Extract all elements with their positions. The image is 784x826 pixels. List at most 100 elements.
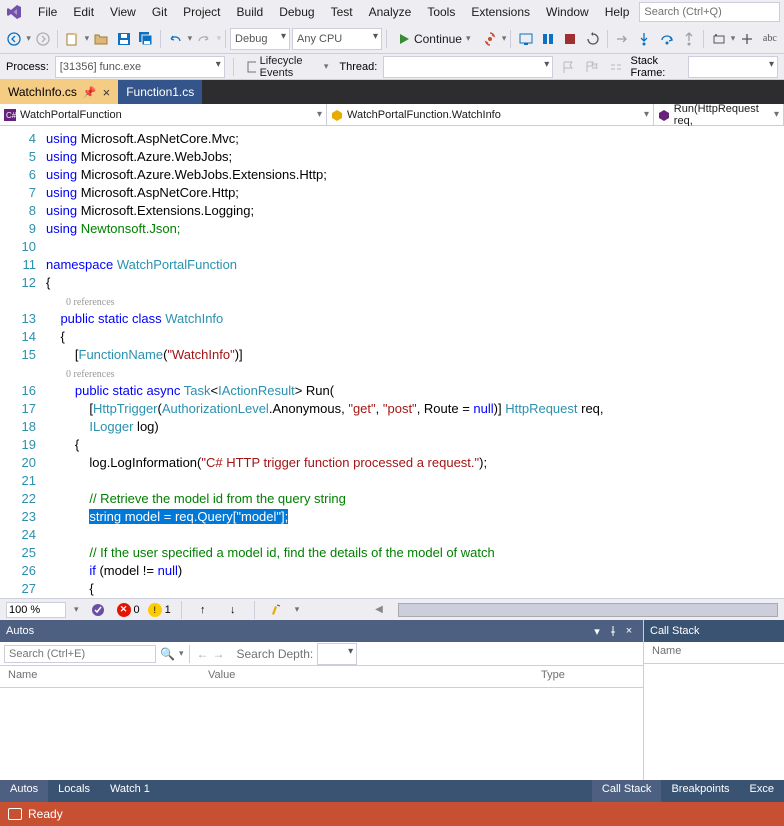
- platform-combo[interactable]: Any CPU: [292, 28, 382, 50]
- process-combo[interactable]: [31356] func.exe: [55, 56, 225, 78]
- hot-reload-button[interactable]: [480, 28, 500, 50]
- tool-b-button[interactable]: [737, 28, 757, 50]
- document-tabs: WatchInfo.cs 📌 × Function1.cs: [0, 80, 784, 104]
- nav-project-combo[interactable]: C# WatchPortalFunction: [0, 104, 327, 125]
- dropdown-icon[interactable]: ▾: [589, 623, 605, 639]
- menu-search-placeholder: Search (Ctrl+Q): [644, 6, 721, 18]
- h-scrollbar[interactable]: [398, 603, 778, 617]
- stackframe-combo[interactable]: [688, 56, 778, 78]
- zoom-combo[interactable]: [6, 602, 66, 618]
- debug-target-button[interactable]: [515, 28, 535, 50]
- bottom-tab-exce[interactable]: Exce: [740, 780, 784, 802]
- lifecycle-events-button[interactable]: Lifecycle Events ▾: [242, 56, 334, 78]
- tab-label: WatchInfo.cs: [8, 85, 77, 99]
- col-value[interactable]: Value: [200, 666, 533, 687]
- stop-button[interactable]: [560, 28, 580, 50]
- autos-search-input[interactable]: [4, 645, 156, 663]
- col-type[interactable]: Type: [533, 666, 643, 687]
- process-bar: Process: [31356] func.exe Lifecycle Even…: [0, 54, 784, 80]
- menu-extensions[interactable]: Extensions: [463, 3, 538, 21]
- menu-search-input[interactable]: Search (Ctrl+Q): [639, 2, 780, 22]
- col-name[interactable]: Name: [0, 666, 200, 687]
- bottom-tab-watch-1[interactable]: Watch 1: [100, 780, 160, 802]
- menu-view[interactable]: View: [102, 3, 144, 21]
- save-all-button[interactable]: [136, 28, 156, 50]
- code-area[interactable]: using Microsoft.AspNetCore.Mvc;using Mic…: [46, 126, 784, 598]
- menu-analyze[interactable]: Analyze: [361, 3, 420, 21]
- threads-button[interactable]: [607, 56, 625, 78]
- menu-debug[interactable]: Debug: [271, 3, 322, 21]
- csharp-icon: C#: [4, 109, 16, 121]
- vs-logo-icon: [6, 3, 22, 21]
- autos-title: Autos: [6, 625, 34, 637]
- search-icon[interactable]: 🔍: [160, 647, 175, 661]
- restart-button[interactable]: [583, 28, 603, 50]
- break-all-button[interactable]: [538, 28, 558, 50]
- callstack-title: Call Stack: [650, 625, 700, 637]
- new-item-button[interactable]: [62, 28, 82, 50]
- pin-icon[interactable]: [605, 623, 621, 639]
- tool-c-button[interactable]: abc: [760, 28, 780, 50]
- code-editor[interactable]: 4567891011121314151617181920212223242526…: [0, 126, 784, 598]
- flags-button[interactable]: [583, 56, 601, 78]
- nav-up-button[interactable]: ↑: [192, 599, 214, 621]
- bottom-tab-locals[interactable]: Locals: [48, 780, 100, 802]
- back-nav-button[interactable]: [4, 28, 24, 50]
- close-icon[interactable]: ×: [103, 85, 111, 100]
- close-icon[interactable]: ×: [621, 623, 637, 639]
- open-file-button[interactable]: [91, 28, 111, 50]
- tab-function1[interactable]: Function1.cs: [118, 80, 202, 104]
- continue-button[interactable]: Continue ▾: [391, 28, 478, 50]
- method-icon: [658, 109, 670, 121]
- flag-button[interactable]: [559, 56, 577, 78]
- menu-file[interactable]: File: [30, 3, 65, 21]
- step-over-button[interactable]: [657, 28, 677, 50]
- step-out-button[interactable]: [679, 28, 699, 50]
- autos-body[interactable]: [0, 688, 643, 780]
- undo-button[interactable]: [165, 28, 185, 50]
- pin-icon[interactable]: 📌: [83, 86, 97, 99]
- menu-tools[interactable]: Tools: [419, 3, 463, 21]
- arrow-left-icon[interactable]: ←: [196, 647, 208, 661]
- fwd-nav-button[interactable]: [33, 28, 53, 50]
- error-count[interactable]: ✕0: [117, 603, 140, 617]
- bottom-tab-autos[interactable]: Autos: [0, 780, 48, 802]
- menu-build[interactable]: Build: [229, 3, 272, 21]
- warning-count[interactable]: !1: [148, 603, 171, 617]
- feedback-icon[interactable]: [8, 808, 22, 820]
- bottom-tab-call-stack[interactable]: Call Stack: [592, 780, 662, 802]
- autos-columns: Name Value Type: [0, 666, 643, 688]
- menu-edit[interactable]: Edit: [65, 3, 102, 21]
- stackframe-label: Stack Frame:: [631, 55, 682, 79]
- main-toolbar: ▾ ▾ ▾ ▾ Debug Any CPU Continue ▾ ▾ ▾ abc: [0, 24, 784, 54]
- scroll-left-icon[interactable]: ◀: [368, 599, 390, 621]
- nav-down-button[interactable]: ↓: [222, 599, 244, 621]
- step-into-button[interactable]: [634, 28, 654, 50]
- nav-method-combo[interactable]: Run(HttpRequest req,: [654, 104, 784, 125]
- show-next-stmt-button[interactable]: [612, 28, 632, 50]
- thread-combo[interactable]: [383, 56, 553, 78]
- menu-help[interactable]: Help: [597, 3, 638, 21]
- continue-label: Continue: [414, 32, 462, 46]
- menu-test[interactable]: Test: [323, 3, 361, 21]
- bottom-tab-breakpoints[interactable]: Breakpoints: [661, 780, 739, 802]
- tool-a-button[interactable]: [708, 28, 728, 50]
- config-combo[interactable]: Debug: [230, 28, 290, 50]
- arrow-right-icon[interactable]: →: [212, 647, 224, 661]
- col-name[interactable]: Name: [644, 642, 784, 663]
- callstack-body[interactable]: [644, 664, 784, 780]
- health-indicator-icon[interactable]: [87, 599, 109, 621]
- save-button[interactable]: [114, 28, 134, 50]
- menu-window[interactable]: Window: [538, 3, 597, 21]
- search-depth-combo[interactable]: [317, 643, 357, 665]
- nav-class-combo[interactable]: WatchPortalFunction.WatchInfo: [327, 104, 654, 125]
- callstack-panel: Call Stack Name: [644, 620, 784, 780]
- nav-bar: C# WatchPortalFunction WatchPortalFuncti…: [0, 104, 784, 126]
- tab-watchinfo[interactable]: WatchInfo.cs 📌 ×: [0, 80, 118, 104]
- menu-bar: FileEditViewGitProjectBuildDebugTestAnal…: [0, 0, 784, 24]
- line-number-gutter: 4567891011121314151617181920212223242526…: [0, 126, 46, 598]
- menu-project[interactable]: Project: [175, 3, 228, 21]
- redo-button[interactable]: [194, 28, 214, 50]
- cleanup-button[interactable]: [265, 599, 287, 621]
- menu-git[interactable]: Git: [144, 3, 175, 21]
